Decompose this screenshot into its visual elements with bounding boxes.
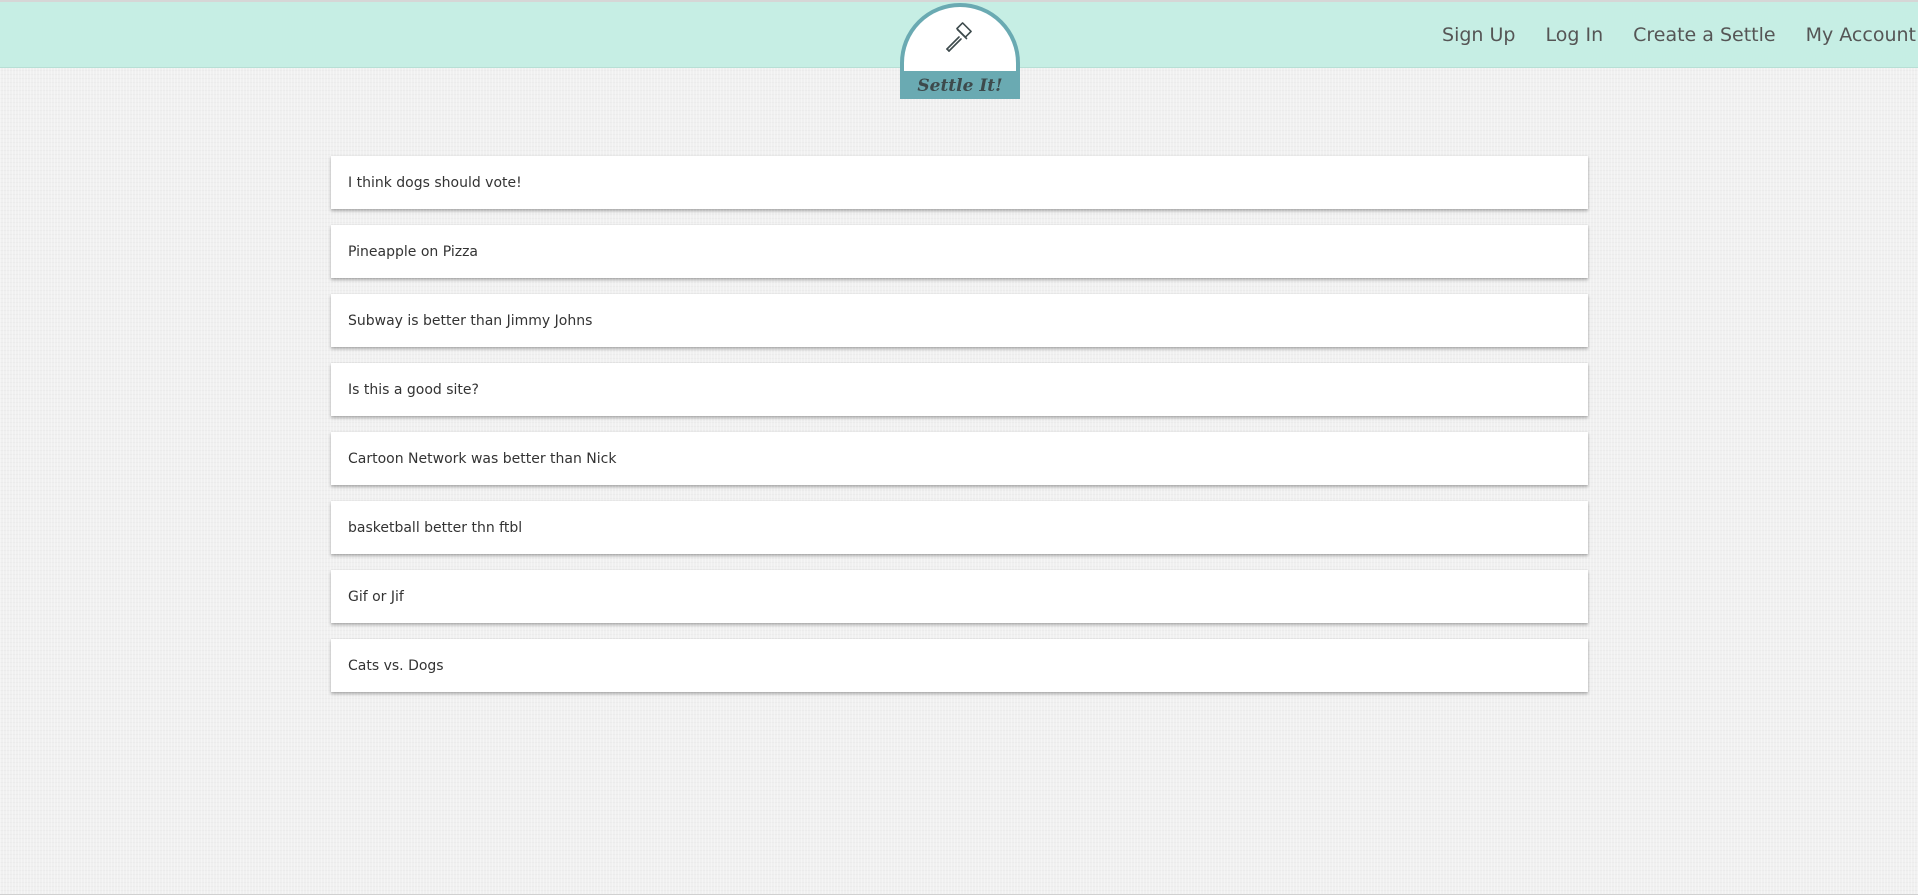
gavel-icon [943, 21, 977, 55]
settle-title: Pineapple on Pizza [348, 243, 479, 260]
settle-title: basketball better thn ftbl [348, 519, 523, 536]
settle-title: I think dogs should vote! [348, 174, 522, 191]
settle-list-item[interactable]: Subway is better than Jimmy Johns [331, 294, 1588, 347]
site-logo[interactable]: Settle It! [900, 3, 1020, 101]
nav-create-settle-link[interactable]: Create a Settle [1633, 24, 1775, 46]
logo-text: Settle It! [917, 76, 1003, 96]
settle-title: Cats vs. Dogs [348, 657, 444, 674]
nav-links: Sign Up Log In Create a Settle My Accoun… [1412, 2, 1916, 67]
settle-list-item[interactable]: Cartoon Network was better than Nick [331, 432, 1588, 485]
settle-title: Is this a good site? [348, 381, 479, 398]
settle-list-item[interactable]: basketball better thn ftbl [331, 501, 1588, 554]
settle-list: I think dogs should vote! Pineapple on P… [331, 156, 1588, 708]
settle-title: Gif or Jif [348, 588, 404, 605]
settle-title: Cartoon Network was better than Nick [348, 450, 617, 467]
nav-my-account-link[interactable]: My Account [1806, 24, 1916, 46]
settle-list-item[interactable]: I think dogs should vote! [331, 156, 1588, 209]
nav-sign-up-link[interactable]: Sign Up [1442, 24, 1515, 46]
nav-log-in-link[interactable]: Log In [1545, 24, 1603, 46]
settle-list-item[interactable]: Is this a good site? [331, 363, 1588, 416]
settle-title: Subway is better than Jimmy Johns [348, 312, 593, 329]
settle-list-item[interactable]: Gif or Jif [331, 570, 1588, 623]
settle-list-item[interactable]: Pineapple on Pizza [331, 225, 1588, 278]
settle-list-item[interactable]: Cats vs. Dogs [331, 639, 1588, 692]
